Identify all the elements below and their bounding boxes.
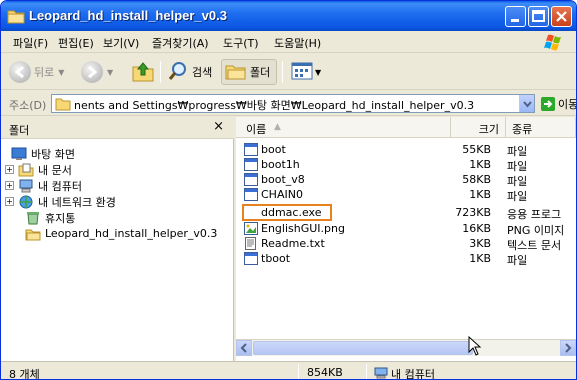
address-dropdown-button[interactable]	[519, 95, 534, 112]
close-pane-icon[interactable]: ×	[213, 119, 224, 134]
close-button[interactable]	[551, 6, 572, 27]
highlight-box	[242, 204, 332, 221]
back-dropdown-icon: ▼	[58, 67, 65, 77]
file-row[interactable]: EnglishGUI.png 16KB PNG 이미지	[236, 221, 576, 237]
views-button[interactable]: ▼	[291, 59, 321, 85]
text-file-icon	[244, 237, 258, 250]
file-icon	[244, 252, 258, 265]
file-icon	[244, 173, 258, 186]
toolbar-separator	[160, 61, 161, 83]
recycle-bin-icon	[25, 211, 41, 225]
column-header-name[interactable]: 이름 ▲	[236, 117, 451, 138]
address-path: nents and Settings₩progress₩바탕 화면₩Leopar…	[74, 99, 475, 112]
file-icon	[244, 143, 258, 156]
folders-pane-title: 폴더	[9, 124, 30, 137]
forward-dropdown-icon: ▼	[107, 67, 114, 77]
minimize-button[interactable]	[505, 6, 526, 27]
explorer-window: Leopard_hd_install_helper_v0.3 파일(F) 편집(…	[0, 0, 577, 380]
up-folder-button[interactable]	[131, 59, 155, 85]
my-documents-icon	[18, 163, 34, 177]
folders-button[interactable]: 폴더	[221, 59, 278, 85]
go-button[interactable]: 이동	[541, 96, 576, 112]
status-bar: 8 개체 854KB 내 컴퓨터	[1, 361, 576, 380]
menu-tools[interactable]: 도구(T)	[223, 35, 259, 51]
expand-icon[interactable]: +	[5, 197, 14, 206]
folder-icon	[55, 96, 71, 114]
column-header-type[interactable]: 종류	[506, 117, 576, 138]
status-object-count: 8 개체	[9, 368, 40, 380]
status-total-size: 854KB	[307, 366, 343, 379]
file-icon	[244, 158, 258, 171]
window-title: Leopard_hd_install_helper_v0.3	[29, 8, 227, 23]
menu-favorites[interactable]: 즐겨찾기(A)	[152, 35, 209, 51]
folders-pane: 폴더 × 바탕 화면 + 내 문서 + 내 컴퓨터 + 내 네트워크 환경 휴지…	[1, 117, 234, 361]
go-arrow-icon	[541, 97, 555, 111]
scroll-thumb[interactable]	[253, 341, 473, 355]
scroll-left-button[interactable]	[236, 340, 252, 356]
file-row[interactable]: tboot 1KB 파일	[236, 251, 576, 267]
views-icon	[291, 61, 313, 84]
status-separator	[366, 364, 367, 379]
toolbar: 뒤로 ▼ ▼ 검색 폴더 ▼	[1, 54, 576, 90]
back-arrow-icon	[9, 61, 31, 83]
up-folder-icon	[131, 59, 155, 86]
status-separator	[298, 364, 299, 379]
tree-item-recycle-bin[interactable]: 휴지통	[25, 210, 75, 225]
horizontal-scrollbar[interactable]	[236, 335, 576, 359]
menu-view[interactable]: 보기(V)	[103, 35, 139, 51]
image-icon	[244, 222, 258, 235]
address-input[interactable]: nents and Settings₩progress₩바탕 화면₩Leopar…	[51, 94, 535, 113]
sort-ascending-icon: ▲	[274, 122, 281, 132]
file-row[interactable]: boot 55KB 파일	[236, 142, 576, 158]
file-row[interactable]: CHAIN0 1KB 파일	[236, 187, 576, 203]
file-list: 이름 ▲ 크기 종류 boot 55KB 파일 boot1h 1KB 파일 bo…	[236, 117, 576, 361]
back-button[interactable]: 뒤로 ▼	[9, 59, 64, 85]
folder-icon	[7, 7, 25, 24]
desktop-icon	[11, 147, 27, 161]
address-bar: 주소(D) nents and Settings₩progress₩바탕 화면₩…	[1, 91, 576, 116]
tree-item-my-documents[interactable]: + 내 문서	[5, 162, 72, 177]
tree-item-my-computer[interactable]: + 내 컴퓨터	[5, 178, 82, 193]
scroll-right-button[interactable]	[560, 340, 576, 356]
column-header-size[interactable]: 크기	[451, 117, 506, 138]
mouse-cursor-icon	[468, 335, 482, 359]
menu-edit[interactable]: 편집(E)	[58, 35, 94, 51]
menu-help[interactable]: 도움말(H)	[274, 35, 321, 51]
title-bar[interactable]: Leopard_hd_install_helper_v0.3	[1, 1, 576, 31]
menu-file[interactable]: 파일(F)	[13, 35, 48, 51]
tree-item-desktop[interactable]: 바탕 화면	[11, 146, 75, 161]
windows-logo-icon	[542, 32, 568, 55]
expand-icon[interactable]: +	[5, 165, 14, 174]
status-location: 내 컴퓨터	[374, 366, 435, 380]
folders-icon	[225, 61, 247, 84]
toolbar-separator	[282, 61, 283, 83]
my-computer-icon	[18, 179, 34, 193]
maximize-button[interactable]	[528, 6, 549, 27]
folders-pane-header: 폴더 ×	[1, 117, 234, 139]
tree-item-leopard-folder[interactable]: Leopard_hd_install_helper_v0.3	[25, 226, 217, 241]
file-row[interactable]: Readme.txt 3KB 텍스트 문서	[236, 236, 576, 252]
forward-arrow-icon	[81, 61, 103, 83]
views-dropdown-icon: ▼	[315, 67, 322, 77]
expand-icon[interactable]: +	[5, 181, 14, 190]
forward-button[interactable]: ▼	[81, 59, 113, 85]
file-row[interactable]: boot_v8 58KB 파일	[236, 172, 576, 188]
file-icon	[244, 188, 258, 201]
search-icon	[167, 60, 189, 85]
address-label: 주소(D)	[9, 99, 47, 112]
my-computer-icon	[374, 367, 388, 380]
network-icon	[18, 195, 34, 209]
tree-item-network[interactable]: + 내 네트워크 환경	[5, 194, 116, 209]
menu-bar: 파일(F) 편집(E) 보기(V) 즐겨찾기(A) 도구(T) 도움말(H)	[1, 31, 576, 53]
file-row[interactable]: boot1h 1KB 파일	[236, 157, 576, 173]
search-button[interactable]: 검색	[167, 59, 212, 85]
folder-icon	[25, 227, 41, 241]
